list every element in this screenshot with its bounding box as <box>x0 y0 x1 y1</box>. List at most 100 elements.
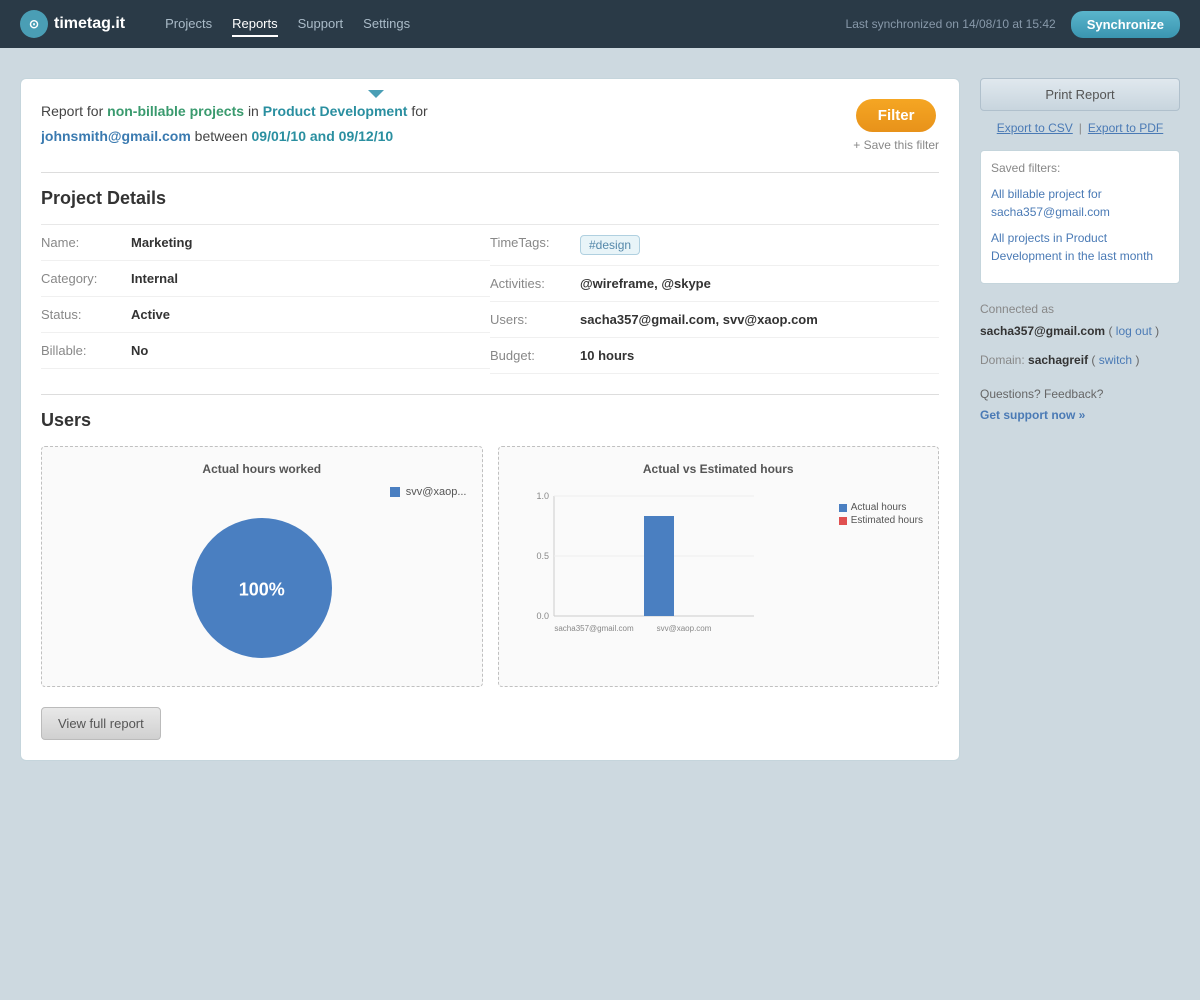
svg-text:svv@xaop.com: svv@xaop.com <box>656 624 711 633</box>
budget-label: Budget: <box>490 348 580 363</box>
saved-filters-title: Saved filters: <box>991 161 1169 175</box>
nav-reports[interactable]: Reports <box>232 12 278 37</box>
pie-legend-label: svv@xaop... <box>406 486 467 498</box>
logo: ⊙ timetag.it <box>20 10 125 38</box>
detail-name: Name: Marketing <box>41 225 490 261</box>
pie-svg-container: 100% <box>182 508 342 671</box>
view-full-report-button[interactable]: View full report <box>41 707 161 740</box>
nav-indicator <box>368 90 384 98</box>
switch-link[interactable]: switch <box>1099 353 1132 367</box>
report-for: for <box>411 103 427 119</box>
saved-filter-2[interactable]: All projects in Product Development in t… <box>991 229 1169 265</box>
logout-link[interactable]: log out <box>1116 324 1152 338</box>
detail-activities: Activities: @wireframe, @skype <box>490 266 939 302</box>
pie-chart-title: Actual hours worked <box>202 462 321 476</box>
export-csv-link[interactable]: Export to CSV <box>997 121 1073 135</box>
synchronize-button[interactable]: Synchronize <box>1071 11 1180 38</box>
name-value: Marketing <box>131 235 192 250</box>
budget-value: 10 hours <box>580 348 634 363</box>
name-label: Name: <box>41 235 131 250</box>
details-left: Name: Marketing Category: Internal Statu… <box>41 225 490 374</box>
pie-percentage: 100% <box>239 579 285 600</box>
svg-text:0.0: 0.0 <box>536 611 549 621</box>
sidebar-info: Connected as sacha357@gmail.com ( log ou… <box>980 299 1180 427</box>
report-in: in <box>248 103 259 119</box>
export-pdf-link[interactable]: Export to PDF <box>1088 121 1163 135</box>
estimated-legend-dot <box>839 517 847 525</box>
activities-value: @wireframe, @skype <box>580 276 711 291</box>
save-filter-link[interactable]: + Save this filter <box>853 138 939 152</box>
connected-label: Connected as <box>980 302 1054 316</box>
detail-category: Category: Internal <box>41 261 490 297</box>
sidebar: Print Report Export to CSV | Export to P… <box>980 78 1180 761</box>
questions-text: Questions? Feedback? <box>980 384 1180 406</box>
billable-value: No <box>131 343 148 358</box>
actual-legend-dot <box>839 504 847 512</box>
nav-support[interactable]: Support <box>298 12 344 37</box>
sync-text: Last synchronized on 14/08/10 at 15:42 <box>846 17 1056 31</box>
main-content: Report for non-billable projects in Prod… <box>0 48 1200 791</box>
saved-filters-panel: Saved filters: All billable project for … <box>980 150 1180 284</box>
detail-timetags: TimeTags: #design <box>490 225 939 266</box>
report-user-email: johnsmith@gmail.com <box>41 128 191 144</box>
users-value: sacha357@gmail.com, svv@xaop.com <box>580 312 818 327</box>
report-prefix: Report for <box>41 103 103 119</box>
activities-label: Activities: <box>490 276 580 291</box>
detail-billable: Billable: No <box>41 333 490 369</box>
logo-icon: ⊙ <box>20 10 48 38</box>
report-date-range: 09/01/10 and 09/12/10 <box>252 128 394 144</box>
filter-button[interactable]: Filter <box>856 99 937 132</box>
report-project-type: non-billable projects <box>107 103 244 119</box>
users-title: Users <box>41 394 939 431</box>
nav-links: Projects Reports Support Settings <box>165 12 410 37</box>
bar-chart-box: Actual vs Estimated hours Actual hours E… <box>498 446 940 687</box>
pie-legend-dot <box>390 487 400 497</box>
get-support-link[interactable]: Get support now » <box>980 408 1085 422</box>
report-panel: Report for non-billable projects in Prod… <box>20 78 960 761</box>
status-label: Status: <box>41 307 131 322</box>
export-links: Export to CSV | Export to PDF <box>980 121 1180 135</box>
detail-users: Users: sacha357@gmail.com, svv@xaop.com <box>490 302 939 338</box>
details-grid: Name: Marketing Category: Internal Statu… <box>41 224 939 374</box>
header: ⊙ timetag.it Projects Reports Support Se… <box>0 0 1200 48</box>
billable-label: Billable: <box>41 343 131 358</box>
details-right: TimeTags: #design Activities: @wireframe… <box>490 225 939 374</box>
header-right: Last synchronized on 14/08/10 at 15:42 S… <box>846 11 1180 38</box>
pie-chart-box: Actual hours worked svv@xaop... 100% <box>41 446 483 687</box>
export-separator: | <box>1079 121 1082 135</box>
nav-projects[interactable]: Projects <box>165 12 212 37</box>
domain-row: Domain: sachagreif ( switch ) <box>980 350 1180 372</box>
users-label: Users: <box>490 312 580 327</box>
report-header: Report for non-billable projects in Prod… <box>41 99 939 152</box>
category-label: Category: <box>41 271 131 286</box>
bar-svg: 1.0 0.5 0.0 sacha357@gmail.com svv@xaop.… <box>514 486 774 646</box>
actual-legend-item: Actual hours <box>839 502 923 513</box>
bar-chart-legend: Actual hours Estimated hours <box>839 502 923 526</box>
status-value: Active <box>131 307 170 322</box>
svg-text:1.0: 1.0 <box>536 491 549 501</box>
detail-budget: Budget: 10 hours <box>490 338 939 374</box>
timetags-label: TimeTags: <box>490 235 580 255</box>
report-project-name: Product Development <box>263 103 408 119</box>
project-details-title: Project Details <box>41 188 939 209</box>
domain-label: Domain: <box>980 353 1025 367</box>
questions-row: Questions? Feedback? Get support now » <box>980 384 1180 427</box>
domain-value: sachagreif <box>1028 353 1088 367</box>
detail-status: Status: Active <box>41 297 490 333</box>
connected-as-row: Connected as <box>980 299 1180 321</box>
category-value: Internal <box>131 271 178 286</box>
pie-chart-container: Actual hours worked svv@xaop... 100% <box>57 462 467 671</box>
report-description: Report for non-billable projects in Prod… <box>41 99 428 149</box>
estimated-legend-label: Estimated hours <box>851 515 923 526</box>
actual-legend-label: Actual hours <box>851 502 907 513</box>
bar-chart-title: Actual vs Estimated hours <box>514 462 924 476</box>
timetags-value: #design <box>580 235 640 255</box>
saved-filter-1[interactable]: All billable project for sacha357@gmail.… <box>991 185 1169 221</box>
connected-email-row: sacha357@gmail.com ( log out ) <box>980 321 1180 343</box>
print-report-button[interactable]: Print Report <box>980 78 1180 111</box>
project-details: Project Details Name: Marketing Category… <box>41 172 939 374</box>
nav-settings[interactable]: Settings <box>363 12 410 37</box>
svg-text:sacha357@gmail.com: sacha357@gmail.com <box>554 624 634 633</box>
connected-email: sacha357@gmail.com <box>980 324 1105 338</box>
logo-text: timetag.it <box>54 15 125 33</box>
